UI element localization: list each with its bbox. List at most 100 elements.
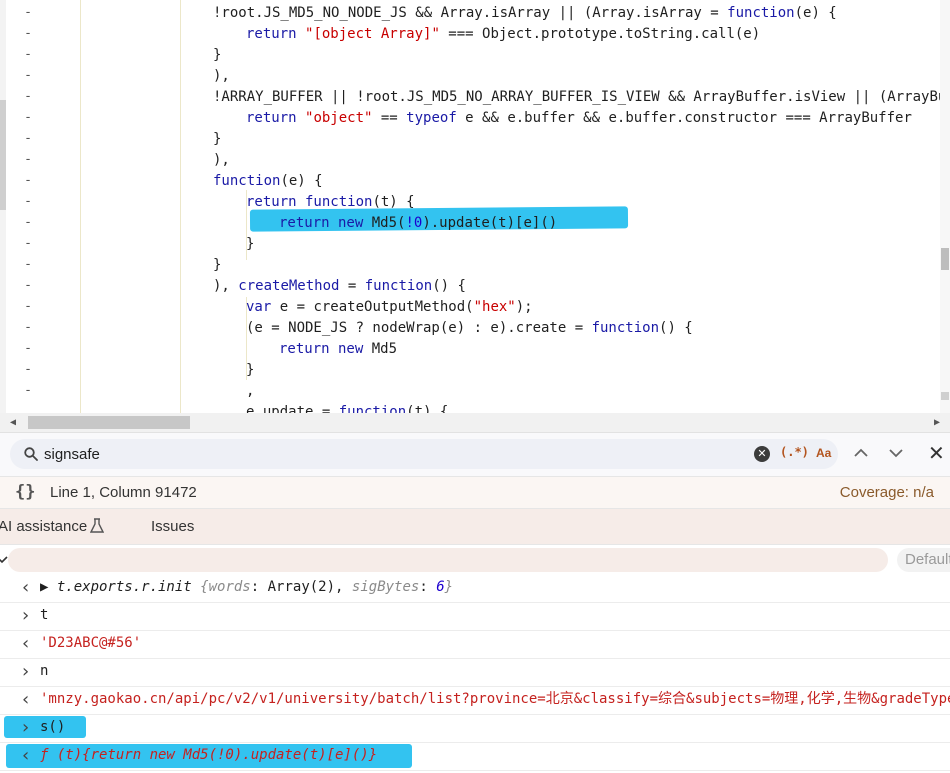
- console-row[interactable]: ‹ ƒ (t){return new Md5(!0).update(t)[e]()…: [0, 742, 950, 771]
- regex-toggle-button[interactable]: (.*): [780, 445, 809, 459]
- gutter-marker: -: [24, 110, 32, 125]
- vertical-scroll-thumb[interactable]: [941, 248, 949, 270]
- code-token: !ARRAY_BUFFER || !root.JS_MD5_NO_ARRAY_B…: [213, 89, 950, 105]
- chevron-down-icon[interactable]: [887, 443, 905, 463]
- tab-issues[interactable]: Issues: [151, 518, 194, 535]
- gutter-marker: -: [24, 215, 32, 230]
- gutter-marker: -: [24, 383, 32, 398]
- code-line: return new Md5(!0).update(t)[e](): [279, 213, 557, 234]
- console-token: 6: [436, 579, 445, 595]
- gutter-marker: -: [24, 257, 32, 272]
- console-row-text: ▶ t.exports.r.init {words: Array(2), sig…: [40, 574, 453, 601]
- console-token: 'mnzy.gaokao.cn/api/pc/v2/v1/university/…: [40, 691, 950, 707]
- input-chevron-icon: ›: [22, 661, 30, 682]
- search-bar: ✕ (.*) Aa ✕: [0, 432, 950, 477]
- code-token: () {: [432, 278, 466, 294]
- code-line: (e = NODE_JS ? nodeWrap(e) : e).create =…: [246, 318, 693, 339]
- output-chevron-icon: ‹: [22, 577, 30, 598]
- console-token: :: [419, 579, 437, 595]
- editor-vertical-scrollbar[interactable]: [940, 0, 950, 413]
- chevron-up-icon[interactable]: [852, 443, 870, 463]
- code-editor[interactable]: - - - - - - - - - - - - - - - - - - - !root.JS_MD5_NO_NODE…: [0, 0, 950, 413]
- vertical-scroll-end: [941, 392, 949, 400]
- console-token: {: [200, 579, 209, 595]
- code-line: return "object" == typeof e && e.buffer …: [246, 108, 912, 129]
- search-box[interactable]: ✕ (.*) Aa: [10, 439, 838, 469]
- gutter-marker: -: [24, 5, 32, 20]
- code-line: return function(t) {: [246, 192, 415, 213]
- console-filter-bar: Default levels: [0, 544, 950, 575]
- code-line: return new Md5: [279, 339, 397, 360]
- console-filter-input[interactable]: [8, 548, 888, 572]
- gutter-marker: -: [24, 26, 32, 41]
- code-token: return: [246, 110, 306, 126]
- scroll-left-arrow-icon[interactable]: ◀: [4, 413, 22, 432]
- gutter-marker: -: [24, 299, 32, 314]
- gutter-marker: -: [24, 89, 32, 104]
- console-row[interactable]: › n: [0, 658, 950, 687]
- code-token: return: [246, 26, 306, 42]
- console-row[interactable]: ‹ 'mnzy.gaokao.cn/api/pc/v2/v1/university…: [0, 686, 950, 715]
- code-token: ).update(t)[e](): [422, 215, 558, 231]
- code-token: (e) {: [794, 5, 837, 21]
- editor-status-bar: {} Line 1, Column 91472 Coverage: n/a: [0, 476, 950, 509]
- horizontal-scroll-thumb[interactable]: [28, 416, 190, 429]
- chevron-down-icon[interactable]: [0, 549, 8, 569]
- code-line: ),: [213, 66, 230, 87]
- code-token: (t) {: [406, 404, 449, 413]
- coverage-status[interactable]: Coverage: n/a: [840, 484, 934, 501]
- log-level-select[interactable]: Default levels: [897, 548, 950, 572]
- code-line: !ARRAY_BUFFER || !root.JS_MD5_NO_ARRAY_B…: [213, 87, 950, 108]
- console-row-text: t: [40, 602, 48, 629]
- pretty-print-braces-icon[interactable]: {}: [15, 482, 35, 502]
- console-row[interactable]: ‹ 'D23ABC@#56': [0, 630, 950, 659]
- code-token: }: [246, 362, 255, 378]
- tab-ai-assistance[interactable]: AI assistance: [0, 518, 87, 535]
- console-token: : Array(2),: [250, 579, 352, 595]
- clear-search-icon[interactable]: ✕: [754, 446, 770, 462]
- drawer-tab-bar: AI assistance Issues: [0, 508, 950, 545]
- gutter-marker: -: [24, 47, 32, 62]
- gutter-marker: -: [24, 152, 32, 167]
- console-token: }: [444, 579, 454, 595]
- console-token: sigBytes: [351, 579, 420, 595]
- code-token: return new: [279, 215, 364, 231]
- indent-guide: [80, 0, 81, 413]
- console-row[interactable]: › t: [0, 602, 950, 631]
- code-token: !0: [405, 215, 423, 231]
- code-token: ),: [213, 68, 230, 84]
- gutter-marker: -: [24, 131, 32, 146]
- code-line: e.update = function(t) {: [246, 402, 448, 413]
- console-row[interactable]: › s(): [0, 714, 950, 743]
- code-token: }: [246, 236, 255, 252]
- code-token: function: [364, 278, 433, 294]
- gutter-marker: -: [24, 68, 32, 83]
- console-token: ▶ t.exports.r.init: [40, 579, 201, 595]
- code-line: ),: [213, 150, 230, 171]
- code-token: function: [591, 320, 660, 336]
- console-token: words: [208, 579, 251, 595]
- console-row-text: 'D23ABC@#56': [40, 630, 141, 657]
- code-token: (e = NODE_JS ? nodeWrap(e) : e).create =: [246, 320, 592, 336]
- code-line: function(e) {: [213, 171, 323, 192]
- console-token: s(): [40, 719, 66, 735]
- editor-horizontal-scrollbar[interactable]: ◀ ▶: [0, 413, 950, 432]
- code-token: function: [213, 173, 281, 189]
- code-token: ,: [246, 383, 255, 399]
- code-token: var: [246, 299, 272, 315]
- code-token: () {: [659, 320, 693, 336]
- code-token: return new: [279, 341, 364, 357]
- console-row[interactable]: ‹ ▶ t.exports.r.init {words: Array(2), si…: [0, 574, 950, 603]
- code-token: ),: [213, 278, 239, 294]
- code-line: }: [246, 234, 254, 255]
- match-case-toggle-button[interactable]: Aa: [816, 446, 831, 460]
- close-search-button[interactable]: ✕: [928, 441, 945, 465]
- code-line: }: [246, 360, 254, 381]
- search-input[interactable]: [44, 443, 644, 465]
- code-token: e && e.buffer && e.buffer.constructor ==…: [456, 110, 912, 126]
- code-token: function: [727, 5, 795, 21]
- gutter-marker: -: [24, 320, 32, 335]
- output-chevron-icon: ‹: [22, 745, 30, 766]
- scroll-right-arrow-icon[interactable]: ▶: [928, 413, 946, 432]
- console-token: t: [40, 607, 49, 623]
